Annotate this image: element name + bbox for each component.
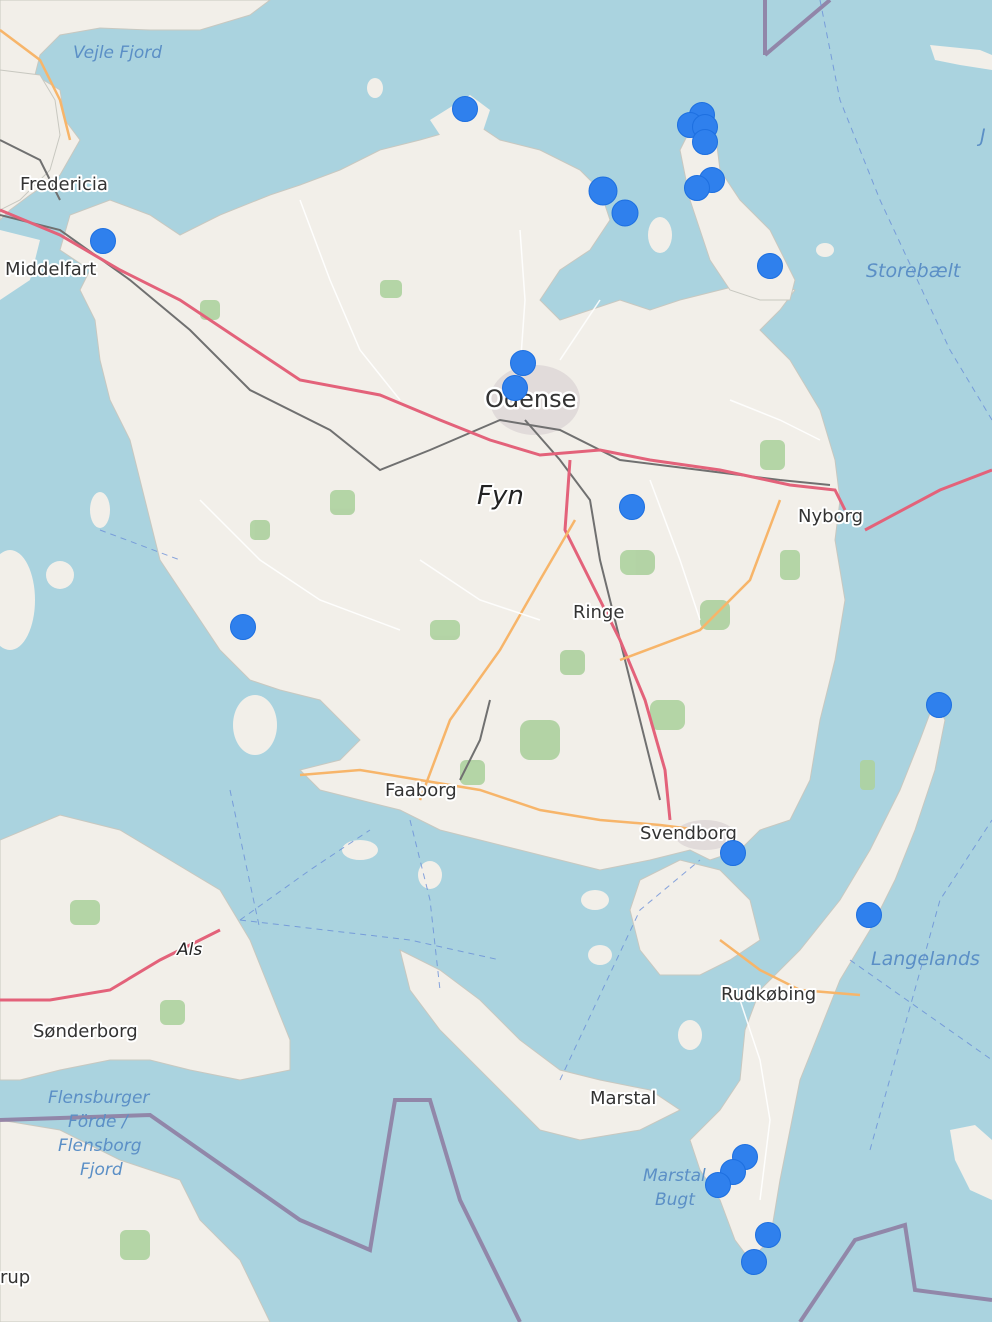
map-view[interactable]: Vejle Fjord Fredericia Middelfart Storeb… xyxy=(0,0,992,1322)
map-marker[interactable] xyxy=(705,1172,731,1198)
map-marker[interactable] xyxy=(741,1249,767,1275)
label-sonderborg[interactable]: Sønderborg xyxy=(31,1019,140,1044)
map-canvas[interactable]: Vejle Fjord Fredericia Middelfart Storeb… xyxy=(0,0,992,1322)
map-marker[interactable] xyxy=(588,176,618,206)
label-fyn: Fyn xyxy=(477,481,524,511)
label-marstal-bugt-1: Marstal xyxy=(643,1166,706,1186)
label-odense[interactable]: Odense xyxy=(483,383,579,416)
map-marker[interactable] xyxy=(502,375,528,401)
land-islet-11 xyxy=(735,923,755,947)
label-marstal-bugt-2: Bugt xyxy=(655,1190,696,1210)
label-als: Als xyxy=(176,940,202,960)
land-islet-9 xyxy=(678,1020,702,1050)
map-marker[interactable] xyxy=(230,614,256,640)
label-flensburger-3: Flensborg xyxy=(58,1136,142,1156)
label-nyborg[interactable]: Nyborg xyxy=(796,504,865,529)
label-rudkobing[interactable]: Rudkøbing xyxy=(719,982,818,1007)
label-marstal[interactable]: Marstal xyxy=(588,1086,658,1111)
map-marker[interactable] xyxy=(619,494,645,520)
land-islet-3 xyxy=(46,561,74,589)
label-faaborg[interactable]: Faaborg xyxy=(383,778,459,803)
map-marker[interactable] xyxy=(510,350,536,376)
land-islet-6 xyxy=(367,78,383,98)
map-marker[interactable] xyxy=(720,840,746,866)
land-islet-2 xyxy=(90,492,110,528)
map-marker[interactable] xyxy=(856,902,882,928)
label-storebaelt: Storebælt xyxy=(866,260,962,282)
map-marker[interactable] xyxy=(692,129,718,155)
map-marker[interactable] xyxy=(757,253,783,279)
label-middelfart[interactable]: Middelfart xyxy=(3,257,98,282)
label-flensburger-4: Fjord xyxy=(80,1160,123,1180)
label-vejle-fjord: Vejle Fjord xyxy=(73,43,162,63)
label-flensburger-1: Flensburger xyxy=(48,1088,150,1108)
map-marker[interactable] xyxy=(755,1222,781,1248)
land-islet-12 xyxy=(581,890,609,910)
map-marker[interactable] xyxy=(926,692,952,718)
land-islet-13 xyxy=(648,217,672,253)
land-islet-5 xyxy=(816,243,834,257)
land-islet-7 xyxy=(342,840,378,860)
label-ringe[interactable]: Ringe xyxy=(571,600,626,625)
label-rup[interactable]: rup xyxy=(0,1265,32,1290)
label-langelandsbaelt: Langelands xyxy=(871,948,980,970)
land-islet-1 xyxy=(233,695,277,755)
map-marker[interactable] xyxy=(452,96,478,122)
map-marker[interactable] xyxy=(611,199,639,227)
map-marker[interactable] xyxy=(684,175,710,201)
map-marker[interactable] xyxy=(90,228,116,254)
label-fredericia[interactable]: Fredericia xyxy=(18,172,110,197)
label-svendborg[interactable]: Svendborg xyxy=(638,821,739,846)
land-islet-10 xyxy=(588,945,612,965)
label-flensburger-2: Förde / xyxy=(68,1112,130,1132)
